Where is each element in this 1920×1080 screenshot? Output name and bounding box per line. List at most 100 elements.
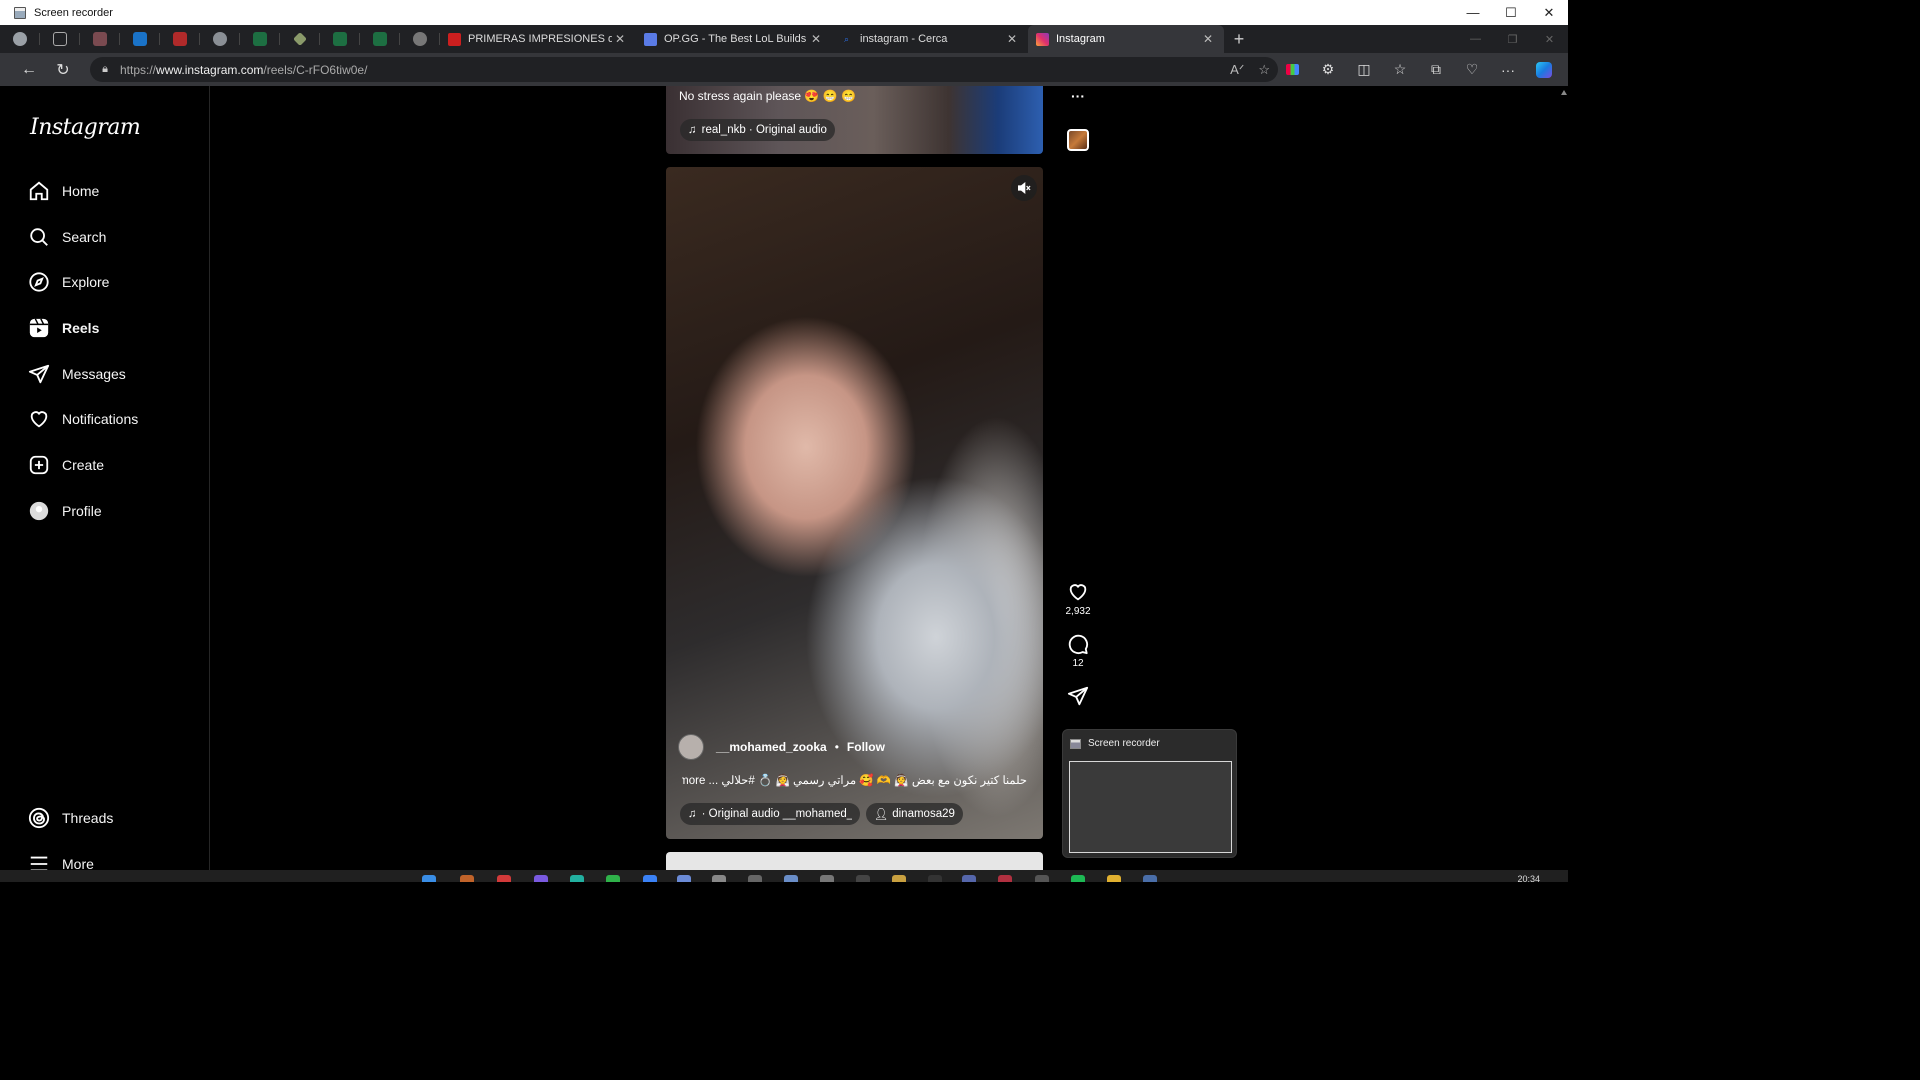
lock-icon[interactable]: 🔒︎	[90, 63, 120, 76]
instagram-logo[interactable]: Instagram	[30, 115, 141, 140]
previous-reel[interactable]: No stress again please 😍 😁 😁 ♫ real_nkb …	[666, 86, 1043, 154]
chatgpt-icon[interactable]	[400, 25, 440, 53]
tab-opgg[interactable]: OP.GG - The Best LoL Builds and ✕	[636, 25, 832, 53]
sidebar-item-messages[interactable]: Messages	[28, 356, 126, 392]
taskbar-app-icon[interactable]	[1071, 875, 1085, 882]
reel-video[interactable]: __mohamed_zooka • Follow حلمنا كتير نكون…	[666, 167, 1043, 839]
reload-button[interactable]: ↻	[46, 55, 80, 85]
audio-thumbnail[interactable]	[1067, 129, 1089, 151]
new-tab-button[interactable]: +	[1224, 25, 1254, 53]
tagged-user-chip[interactable]: 👤︎ dinamosa29	[865, 803, 963, 825]
pinned-tab[interactable]	[160, 25, 200, 53]
excel-icon[interactable]	[240, 25, 280, 53]
home-icon	[29, 181, 49, 201]
maximize-button[interactable]: ☐	[1492, 0, 1530, 25]
page-scrollbar[interactable]	[1560, 86, 1568, 870]
browser-essentials-icon[interactable]: ♡	[1454, 53, 1490, 86]
back-button[interactable]: ←	[12, 55, 46, 85]
taskbar-app-icon[interactable]	[784, 875, 798, 882]
check-icon[interactable]	[200, 25, 240, 53]
search-icon	[30, 228, 48, 246]
taskbar-app-icon[interactable]	[460, 875, 474, 882]
sidebar-item-more[interactable]: More	[28, 846, 94, 870]
mute-button[interactable]	[1011, 175, 1037, 201]
taskbar-app-icon[interactable]	[962, 875, 976, 882]
separator-dot: •	[834, 740, 839, 754]
favorite-star-icon[interactable]: ☆	[1258, 62, 1270, 78]
explore-icon	[29, 272, 49, 292]
sidebar-item-explore[interactable]: Explore	[28, 264, 109, 300]
more-options-button[interactable]: ···	[1058, 88, 1098, 104]
profile-icon[interactable]	[0, 25, 40, 53]
tab-close-icon[interactable]: ✕	[808, 32, 824, 46]
taskbar-app-icon[interactable]	[1143, 875, 1157, 882]
like-button[interactable]: 2,932	[1058, 581, 1098, 617]
share-button[interactable]	[1058, 685, 1098, 710]
taskbar-app-icon[interactable]	[497, 875, 511, 882]
taskbar-app-icon[interactable]	[534, 875, 548, 882]
browser-restore-button[interactable]: ❐	[1494, 25, 1531, 53]
previous-reel-audio-chip[interactable]: ♫ real_nkb · Original audio	[680, 119, 835, 141]
tab-instagram[interactable]: Instagram ✕	[1028, 25, 1224, 53]
tab-close-icon[interactable]: ✕	[1200, 32, 1216, 46]
reel-audio-chip[interactable]: ♫ · Original audio __mohamed_zooka	[680, 803, 860, 825]
extension-icon[interactable]	[1274, 53, 1310, 86]
taskbar-app-icon[interactable]	[928, 875, 942, 882]
sidebar-item-reels[interactable]: Reels	[28, 310, 99, 346]
favorites-icon[interactable]: ☆	[1382, 53, 1418, 86]
screen-recorder-popup[interactable]: Screen recorder	[1062, 729, 1237, 858]
sidebar-item-home[interactable]: Home	[28, 173, 99, 209]
taskbar-app-icon[interactable]	[1035, 875, 1049, 882]
tab-bing-search[interactable]: ⌕ instagram - Cerca ✕	[832, 25, 1028, 53]
taskbar-app-icon[interactable]	[570, 875, 584, 882]
follow-button[interactable]: Follow	[847, 740, 885, 754]
extensions-puzzle-icon[interactable]: ⚙	[1310, 53, 1346, 86]
browser-minimize-button[interactable]: —	[1457, 25, 1494, 53]
pinned-tab[interactable]	[80, 25, 120, 53]
start-icon[interactable]	[422, 875, 436, 882]
comment-count: 12	[1072, 658, 1084, 669]
address-bar[interactable]: 🔒︎ https://www.instagram.com/reels/C-rFO…	[90, 57, 1278, 82]
minimize-button[interactable]: —	[1454, 0, 1492, 25]
taskbar-app-icon[interactable]	[892, 875, 906, 882]
workspaces-icon[interactable]	[40, 25, 80, 53]
next-reel-preview[interactable]	[666, 852, 1043, 870]
sidebar-item-threads[interactable]: Threads	[28, 800, 113, 836]
close-button[interactable]: ✕	[1530, 0, 1568, 25]
author-avatar[interactable]	[678, 734, 704, 760]
screen-recorder-preview[interactable]	[1069, 761, 1232, 853]
browser-close-button[interactable]: ✕	[1531, 25, 1568, 53]
taskbar-app-icon[interactable]	[820, 875, 834, 882]
collections-icon[interactable]: ⧉	[1418, 53, 1454, 86]
author-username[interactable]: __mohamed_zooka	[716, 740, 827, 754]
taskbar-app-icon[interactable]	[677, 875, 691, 882]
scroll-up-arrow-icon[interactable]	[1561, 90, 1567, 95]
sidebar-item-notifications[interactable]: Notifications	[28, 401, 138, 437]
tab-youtube[interactable]: PRIMERAS IMPRESIONES de K ✕	[440, 25, 636, 53]
split-screen-icon[interactable]: ◫	[1346, 53, 1382, 86]
taskbar-app-icon[interactable]	[856, 875, 870, 882]
sidebar-item-create[interactable]: Create	[28, 447, 104, 483]
taskbar-app-icon[interactable]	[1107, 875, 1121, 882]
settings-more-icon[interactable]: ···	[1490, 53, 1526, 86]
read-aloud-icon[interactable]: Aᐟ	[1230, 62, 1244, 78]
sidebar-item-profile[interactable]: Profile	[28, 493, 102, 529]
copilot-icon[interactable]	[1526, 53, 1562, 86]
excel-icon[interactable]	[360, 25, 400, 53]
tab-close-icon[interactable]: ✕	[612, 32, 628, 46]
reel-caption[interactable]: حلمنا كتير نكون مع بعض 👰 🫶 🥰 مراتي رسمي …	[682, 773, 1027, 787]
taskbar-app-icon[interactable]	[643, 875, 657, 882]
taskbar-app-icon[interactable]	[606, 875, 620, 882]
excel-icon[interactable]	[320, 25, 360, 53]
comment-button[interactable]: 12	[1058, 633, 1098, 669]
sidebar-item-search[interactable]: Search	[28, 219, 106, 255]
music-note-icon: ♫	[688, 808, 697, 820]
outlook-icon[interactable]	[120, 25, 160, 53]
taskbar-app-icon[interactable]	[998, 875, 1012, 882]
diamond-icon[interactable]	[280, 25, 320, 53]
taskbar-clock[interactable]: 20:34	[1517, 874, 1540, 884]
taskbar-app-icon[interactable]	[748, 875, 762, 882]
taskbar-app-icon[interactable]	[712, 875, 726, 882]
tab-close-icon[interactable]: ✕	[1004, 32, 1020, 46]
instagram-icon	[1036, 32, 1049, 46]
